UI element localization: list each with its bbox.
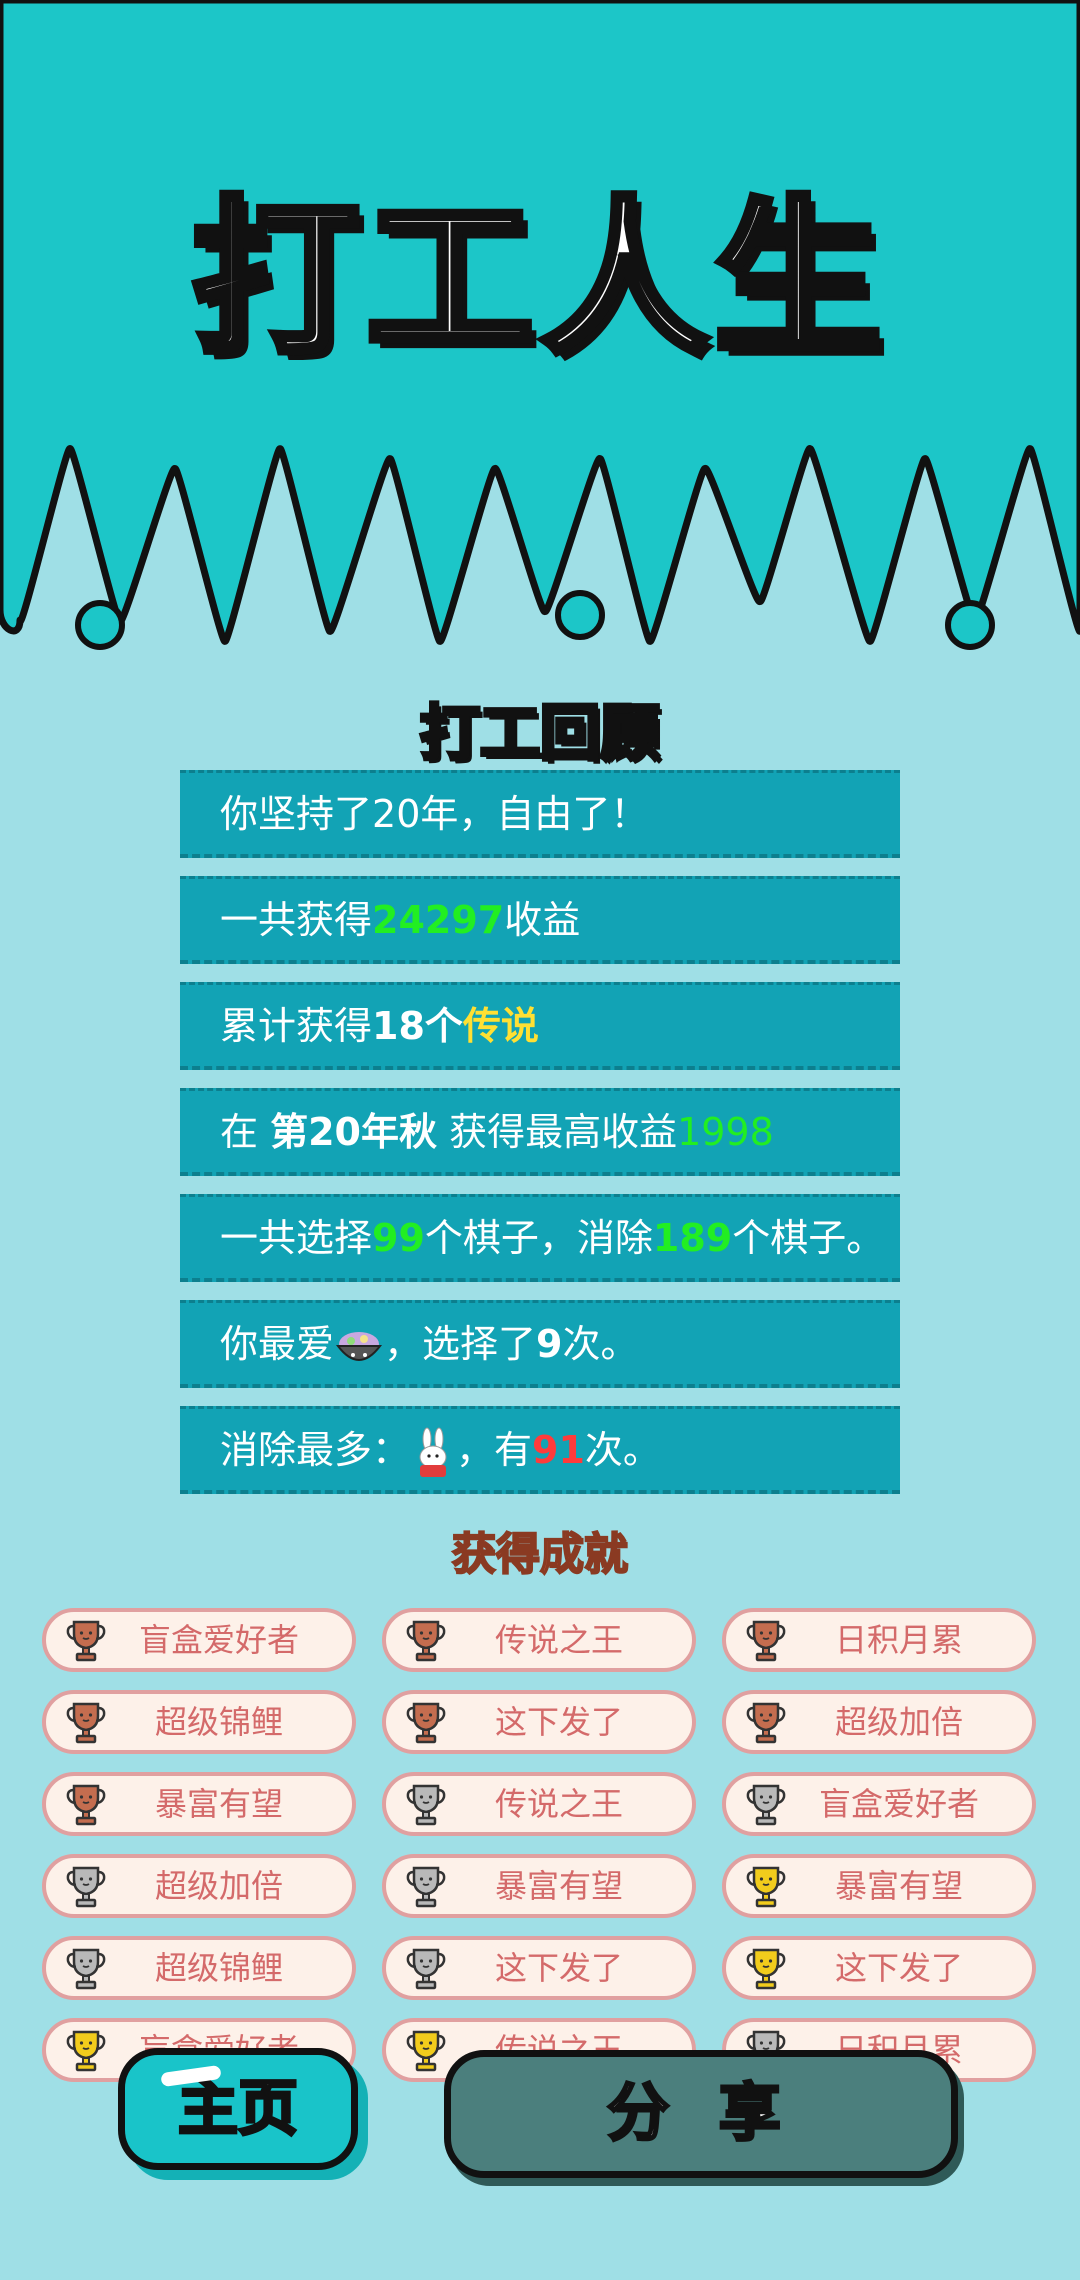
trophy-icon [66, 2030, 106, 2072]
game-title: 打工人生 [189, 181, 888, 377]
achievement-badge: 超级锦鲤 [42, 1936, 356, 2000]
trophy-icon [66, 1702, 106, 1744]
achievement-badge: 这下发了 [382, 1690, 696, 1754]
achievement-badge: 暴富有望 [382, 1854, 696, 1918]
achievement-badge: 传说之王 [382, 1608, 696, 1672]
achievement-label: 这下发了 [834, 1949, 963, 1987]
row-text: 个棋子。 [732, 1216, 885, 1260]
rabbit-icon [419, 1427, 447, 1477]
trophy-icon [406, 1948, 446, 1990]
achievement-label: 超级加倍 [154, 1867, 283, 1905]
review-section-title: 打工回顾 [418, 697, 662, 771]
achievement-label: 传说之王 [494, 1785, 623, 1823]
rice-bowl-icon [336, 1331, 383, 1361]
achievements-section-title: 获得成就 [451, 1528, 629, 1581]
achievement-badge: 传说之王 [382, 1772, 696, 1836]
achievement-badge: 超级锦鲤 [42, 1690, 356, 1754]
achievement-badge: 暴富有望 [722, 1854, 1036, 1918]
trophy-icon [746, 1702, 786, 1744]
trophy-icon [746, 1784, 786, 1826]
review-row-legends: 累计获得18个传说 [180, 982, 900, 1070]
trophy-icon [406, 1866, 446, 1908]
row-text: ，有 [456, 1428, 533, 1472]
review-row-most-removed: 消除最多： ，有91次。 [180, 1406, 900, 1494]
row-text: 累计获得 [220, 1004, 373, 1048]
review-row-pieces: 一共选择99个棋子，消除189个棋子。 [180, 1194, 900, 1282]
review-row-years: 你坚持了20年，自由了！ [180, 770, 900, 858]
trophy-icon [406, 1702, 446, 1744]
row-text: 你最爱 [220, 1322, 335, 1366]
share-button-label: 分 享 [606, 2075, 795, 2151]
share-button[interactable]: 分 享 [444, 2050, 958, 2178]
achievement-label: 超级锦鲤 [154, 1949, 283, 1987]
trophy-icon [66, 1866, 106, 1908]
row-text: 消除最多： [220, 1428, 411, 1472]
achievement-badge: 暴富有望 [42, 1772, 356, 1836]
achievement-badge: 盲盒爱好者 [42, 1608, 356, 1672]
achievement-label: 超级加倍 [834, 1703, 963, 1741]
achievement-badge: 日积月累 [722, 1608, 1036, 1672]
drip-dot [945, 600, 995, 650]
income-value: 24297 [372, 898, 505, 942]
most-removed-count: 91 [532, 1428, 585, 1472]
row-text: 次。 [562, 1322, 639, 1366]
trophy-icon [746, 1948, 786, 1990]
achievement-label: 这下发了 [494, 1949, 623, 1987]
achievement-badge: 这下发了 [382, 1936, 696, 2000]
row-text: 一共获得 [220, 898, 373, 942]
selected-count: 99 [372, 1216, 425, 1260]
row-text: 个棋子，消除 [424, 1216, 653, 1260]
home-button[interactable]: 主页 [118, 2048, 358, 2170]
review-row-best-season: 在 第20年秋 获得最高收益1998 [180, 1088, 900, 1176]
row-text: ，选择了 [384, 1322, 537, 1366]
home-button-label: 主页 [177, 2073, 300, 2146]
trophy-icon [746, 1620, 786, 1662]
row-text: ，自由了！ [458, 792, 649, 836]
review-row-favorite: 你最爱 ，选择了9次。 [180, 1300, 900, 1388]
row-text: 次。 [584, 1428, 661, 1472]
trophy-icon [66, 1620, 106, 1662]
achievement-label: 超级锦鲤 [154, 1703, 283, 1741]
trophy-icon [66, 1948, 106, 1990]
achievement-label: 暴富有望 [834, 1867, 963, 1905]
drip-dot [75, 600, 125, 650]
achievement-label: 日积月累 [834, 1621, 963, 1659]
favorite-count: 9 [536, 1322, 563, 1366]
achievement-badge: 盲盒爱好者 [722, 1772, 1036, 1836]
achievement-label: 盲盒爱好者 [818, 1785, 979, 1823]
achievement-badge: 超级加倍 [42, 1854, 356, 1918]
trophy-icon [406, 1620, 446, 1662]
review-row-income: 一共获得24297收益 [180, 876, 900, 964]
achievement-badge: 超级加倍 [722, 1690, 1036, 1754]
achievement-label: 暴富有望 [494, 1867, 623, 1905]
best-season: 第20年秋 [270, 1110, 437, 1154]
trophy-icon [746, 1866, 786, 1908]
drip-dot [555, 590, 605, 640]
row-text: 收益 [504, 898, 581, 942]
trophy-icon [66, 1784, 106, 1826]
removed-count: 189 [652, 1216, 733, 1260]
trophy-icon [406, 2030, 446, 2072]
trophy-icon [406, 1784, 446, 1826]
achievement-label: 这下发了 [494, 1703, 623, 1741]
achievement-label: 传说之王 [494, 1621, 623, 1659]
best-income: 1998 [677, 1110, 774, 1154]
row-text: 获得最高收益 [436, 1110, 678, 1154]
row-text: 你坚持了 [220, 792, 373, 836]
row-text: 一共选择 [220, 1216, 373, 1260]
legend-count: 18个 [372, 1004, 463, 1048]
row-value: 20年 [372, 792, 459, 836]
achievement-badge: 这下发了 [722, 1936, 1036, 2000]
row-text: 在 [220, 1110, 271, 1154]
legend-label: 传说 [462, 1004, 539, 1048]
achievement-label: 盲盒爱好者 [138, 1621, 299, 1659]
achievement-label: 暴富有望 [154, 1785, 283, 1823]
